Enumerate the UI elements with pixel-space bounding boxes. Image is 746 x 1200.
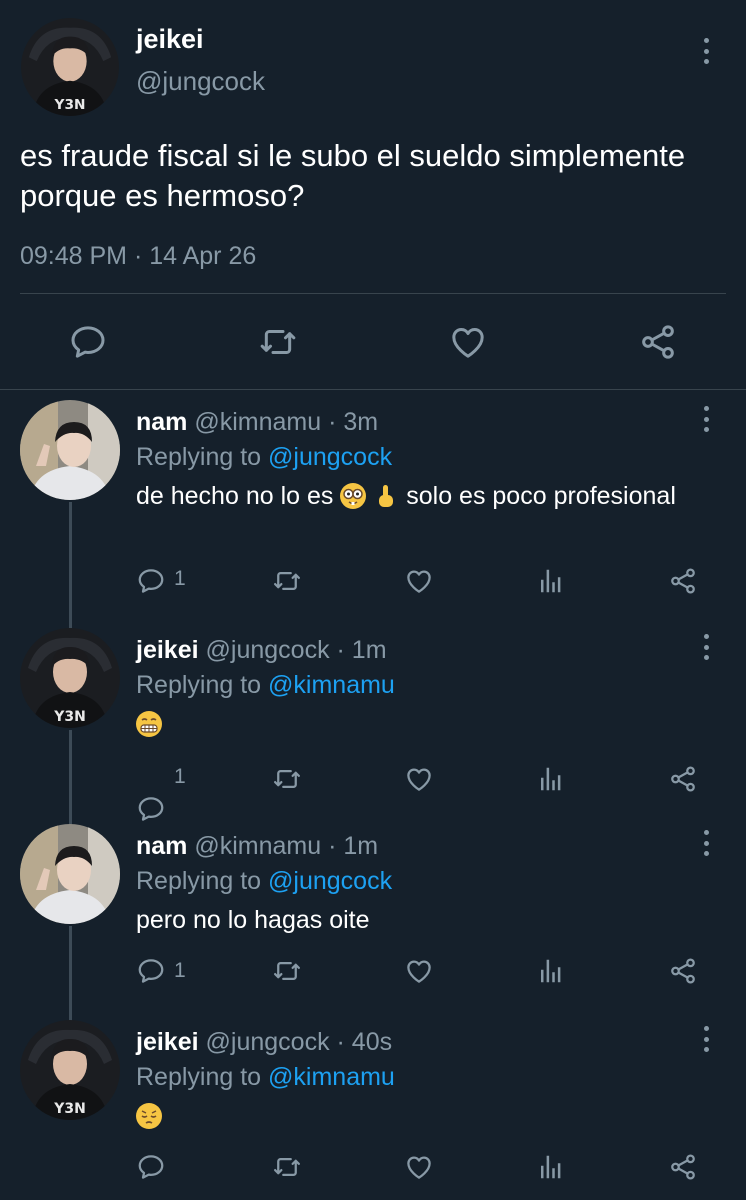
avatar[interactable] — [20, 824, 120, 924]
reply-text: de hecho no lo es solo es poco profesion… — [136, 482, 676, 510]
author-name[interactable]: nam — [136, 832, 187, 860]
retweet-icon[interactable] — [272, 566, 302, 596]
author-handle[interactable]: @jungcock — [206, 636, 330, 664]
share-icon[interactable] — [668, 1152, 698, 1182]
reply-icon[interactable] — [136, 956, 166, 986]
pensive-face-emoji — [136, 1103, 162, 1129]
avatar[interactable] — [20, 1020, 120, 1120]
avatar[interactable] — [20, 628, 120, 728]
reply-count: 1 — [174, 567, 186, 590]
author-handle[interactable]: @kimnamu — [194, 832, 321, 860]
mention-link[interactable]: @jungcock — [268, 867, 392, 895]
share-icon[interactable] — [668, 764, 698, 794]
author-name[interactable]: nam — [136, 408, 187, 436]
reply-tweet[interactable]: jeikei @jungcock · 1m Replying to @kimna… — [0, 628, 746, 824]
like-icon[interactable] — [404, 566, 434, 596]
reply-count: 1 — [174, 959, 186, 982]
mention-link[interactable]: @jungcock — [268, 443, 392, 471]
tweet-text: es fraude fiscal si le subo el sueldo si… — [20, 138, 686, 213]
reply-icon[interactable] — [136, 794, 166, 824]
author-handle[interactable]: @kimnamu — [194, 408, 321, 436]
reply-icon[interactable] — [136, 1152, 166, 1182]
reply-text — [136, 1100, 696, 1132]
like-icon[interactable] — [404, 764, 434, 794]
share-icon[interactable] — [668, 956, 698, 986]
author-handle[interactable]: @jungcock — [206, 1028, 330, 1056]
reply-icon[interactable] — [68, 322, 108, 362]
retweet-icon[interactable] — [272, 956, 302, 986]
like-icon[interactable] — [404, 1152, 434, 1182]
stats-icon[interactable] — [536, 1152, 566, 1182]
replying-to: Replying to @kimnamu — [136, 1063, 395, 1091]
more-options-icon[interactable] — [696, 632, 716, 662]
author-name[interactable]: jeikei — [136, 24, 204, 55]
nerd-face-emoji — [340, 483, 367, 509]
like-icon[interactable] — [404, 956, 434, 986]
reply-text: pero no lo hagas oite — [136, 906, 370, 934]
stats-icon[interactable] — [536, 956, 566, 986]
mention-link[interactable]: @kimnamu — [268, 1063, 395, 1091]
more-options-icon[interactable] — [696, 828, 716, 858]
divider — [20, 293, 726, 294]
more-options-icon[interactable] — [696, 1024, 716, 1054]
like-icon[interactable] — [448, 322, 488, 362]
index-pointing-up-emoji — [373, 483, 399, 509]
reply-icon[interactable] — [136, 566, 166, 596]
avatar[interactable] — [21, 18, 119, 116]
author-handle[interactable]: @jungcock — [136, 66, 265, 97]
author-name[interactable]: jeikei — [136, 1028, 199, 1056]
reply-time: · 40s — [336, 1028, 393, 1056]
main-tweet: jeikei @jungcock es fraude fiscal si le … — [0, 0, 746, 390]
divider — [0, 389, 746, 390]
share-icon[interactable] — [668, 566, 698, 596]
author-name[interactable]: jeikei — [136, 636, 199, 664]
retweet-icon[interactable] — [272, 1152, 302, 1182]
reply-time: · 3m — [328, 408, 379, 436]
reply-time: · 1m — [336, 636, 387, 664]
retweet-icon[interactable] — [272, 764, 302, 794]
stats-icon[interactable] — [536, 764, 566, 794]
replying-to: Replying to @jungcock — [136, 443, 393, 471]
reply-tweet[interactable]: nam @kimnamu · 1m Replying to @jungcock … — [0, 824, 746, 1020]
replying-to: Replying to @kimnamu — [136, 671, 395, 699]
more-options-icon[interactable] — [696, 404, 716, 434]
reply-text — [136, 708, 696, 740]
avatar[interactable] — [20, 400, 120, 500]
replying-to: Replying to @jungcock — [136, 867, 393, 895]
mention-link[interactable]: @kimnamu — [268, 671, 395, 699]
grimacing-face-emoji — [136, 711, 162, 737]
reply-count: 1 — [174, 765, 186, 788]
more-options-icon[interactable] — [696, 36, 716, 66]
tweet-timestamp: 09:48 PM · 14 Apr 26 — [20, 242, 257, 270]
stats-icon[interactable] — [536, 566, 566, 596]
reply-tweet[interactable]: nam @kimnamu · 3m Replying to @jungcock … — [0, 400, 746, 596]
reply-time: · 1m — [328, 832, 379, 860]
share-icon[interactable] — [638, 322, 678, 362]
retweet-icon[interactable] — [258, 322, 298, 362]
reply-tweet[interactable]: jeikei @jungcock · 40s Replying to @kimn… — [0, 1020, 746, 1200]
